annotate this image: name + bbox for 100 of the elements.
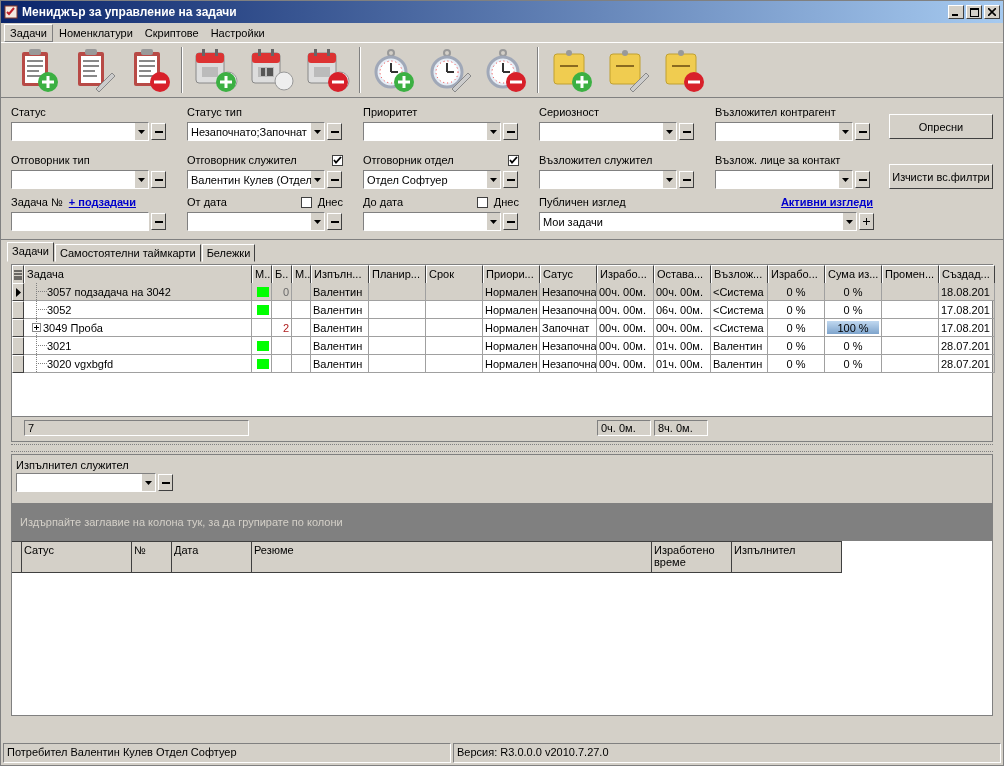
combo-field[interactable] <box>539 122 677 141</box>
minus-icon <box>858 178 867 181</box>
active-views-link[interactable]: Активни изгледи <box>780 196 873 208</box>
combo-field[interactable]: Незапочнато;Започнат <box>187 122 325 141</box>
table-cell: 0 % <box>768 337 825 355</box>
table-cell: 00ч. 00м. <box>597 283 654 301</box>
clear-button[interactable] <box>158 474 173 491</box>
table-cell: 28.07.201 <box>939 337 995 355</box>
tab[interactable]: Бележки <box>201 244 256 262</box>
clear-button[interactable] <box>327 123 342 140</box>
clear-button[interactable] <box>503 123 518 140</box>
table-cell: <Система <box>711 301 768 319</box>
subtasks-link[interactable]: + подзадачи <box>68 196 136 208</box>
clear-button[interactable] <box>151 123 166 140</box>
table-cell: <Система <box>711 283 768 301</box>
checkbox[interactable] <box>332 154 343 166</box>
action-button[interactable]: Изчисти вс.филтри <box>889 164 993 189</box>
combo-field[interactable] <box>715 170 853 189</box>
combo-field[interactable] <box>363 122 501 141</box>
row-count: 7 <box>24 420 249 436</box>
close-icon <box>988 8 996 16</box>
combo-field[interactable] <box>539 170 677 189</box>
task-name: 3020 vgxbgfd <box>47 357 114 370</box>
row-pointer-icon <box>15 287 21 297</box>
field-label: Възложител служител <box>539 154 653 166</box>
row-header[interactable] <box>12 283 24 301</box>
table-cell <box>292 301 311 319</box>
minus-icon <box>506 130 515 133</box>
combo-field[interactable]: Валентин Кулев (Отдел <box>187 170 325 189</box>
row-header[interactable] <box>12 355 24 373</box>
checkbox[interactable] <box>300 196 312 208</box>
combo-field[interactable] <box>11 212 149 231</box>
table-cell: 28.07.201 <box>939 355 995 373</box>
percent-value: 0 % <box>843 339 863 352</box>
close-button[interactable] <box>984 5 1000 19</box>
combo-field[interactable] <box>363 212 501 231</box>
percent-value: 0 % <box>843 357 863 370</box>
checkbox[interactable] <box>476 196 488 208</box>
combo-field[interactable]: Мои задачи <box>539 212 857 231</box>
tab[interactable]: Задачи <box>7 242 54 262</box>
row-header[interactable] <box>12 319 24 337</box>
minimize-button[interactable] <box>948 5 964 19</box>
minus-icon <box>330 130 339 133</box>
menu-item[interactable]: Скриптове <box>138 23 205 42</box>
field-label: До дата <box>363 196 404 208</box>
maximize-button[interactable] <box>966 5 982 19</box>
column-header[interactable]: Дата <box>172 541 252 573</box>
tab[interactable]: Самостоятелни таймкарти <box>54 244 201 262</box>
table-cell <box>426 301 483 319</box>
table-cell: 01ч. 00м. <box>654 337 711 355</box>
combo-field[interactable] <box>16 473 156 492</box>
column-header[interactable]: № <box>132 541 172 573</box>
clear-button[interactable] <box>151 171 166 188</box>
combo-field[interactable] <box>11 122 149 141</box>
checkbox[interactable] <box>508 154 519 166</box>
expand-icon[interactable] <box>32 323 41 332</box>
action-button[interactable]: Опресни <box>889 114 993 139</box>
field-label: Задача № <box>11 196 63 208</box>
column-header[interactable]: Изпълнител <box>732 541 842 573</box>
splitter[interactable] <box>11 444 993 452</box>
row-header[interactable] <box>12 301 24 319</box>
clear-button[interactable] <box>503 213 518 230</box>
table-cell: 00ч. 00м. <box>597 337 654 355</box>
menu-item[interactable]: Номенклатури <box>52 23 139 42</box>
clear-button[interactable] <box>151 213 166 230</box>
table-cell <box>292 337 311 355</box>
table-cell: 00ч. 00м. <box>654 319 711 337</box>
column-header[interactable]: Резюме <box>252 541 652 573</box>
clear-button[interactable] <box>679 123 694 140</box>
combo-field[interactable] <box>11 170 149 189</box>
column-header[interactable]: Изработено време <box>652 541 732 573</box>
table-cell: Нормален <box>483 355 540 373</box>
combo-field[interactable] <box>715 122 853 141</box>
clear-button[interactable] <box>855 123 870 140</box>
add-button[interactable] <box>859 213 874 230</box>
combo-field[interactable]: Отдел Софтуер <box>363 170 501 189</box>
clear-button[interactable] <box>679 171 694 188</box>
table-cell: 00ч. 00м. <box>597 319 654 337</box>
task-name: 3021 <box>47 339 72 352</box>
table-cell: Валентин <box>311 319 369 337</box>
clear-button[interactable] <box>855 171 870 188</box>
checkbox-label: Днес <box>493 196 519 208</box>
menu-item[interactable]: Настройки <box>204 23 271 42</box>
table-cell: 0 % <box>768 283 825 301</box>
combo-field[interactable] <box>187 212 325 231</box>
table-cell <box>292 283 311 301</box>
clear-button[interactable] <box>327 171 342 188</box>
table-cell: Незапочна <box>540 337 597 355</box>
table-cell: Нормален <box>483 283 540 301</box>
row-selector-header <box>12 541 22 573</box>
table-cell <box>426 283 483 301</box>
column-header[interactable]: Сатус <box>22 541 132 573</box>
worked-total: 0ч. 0м. <box>597 420 651 436</box>
row-header[interactable] <box>12 337 24 355</box>
table-cell <box>292 319 311 337</box>
clear-button[interactable] <box>503 171 518 188</box>
menu-item[interactable]: Задачи <box>4 23 53 42</box>
clear-button[interactable] <box>327 213 342 230</box>
window-title: Мениджър за управление на задачи <box>22 5 237 19</box>
table-cell: Незапочна <box>540 301 597 319</box>
